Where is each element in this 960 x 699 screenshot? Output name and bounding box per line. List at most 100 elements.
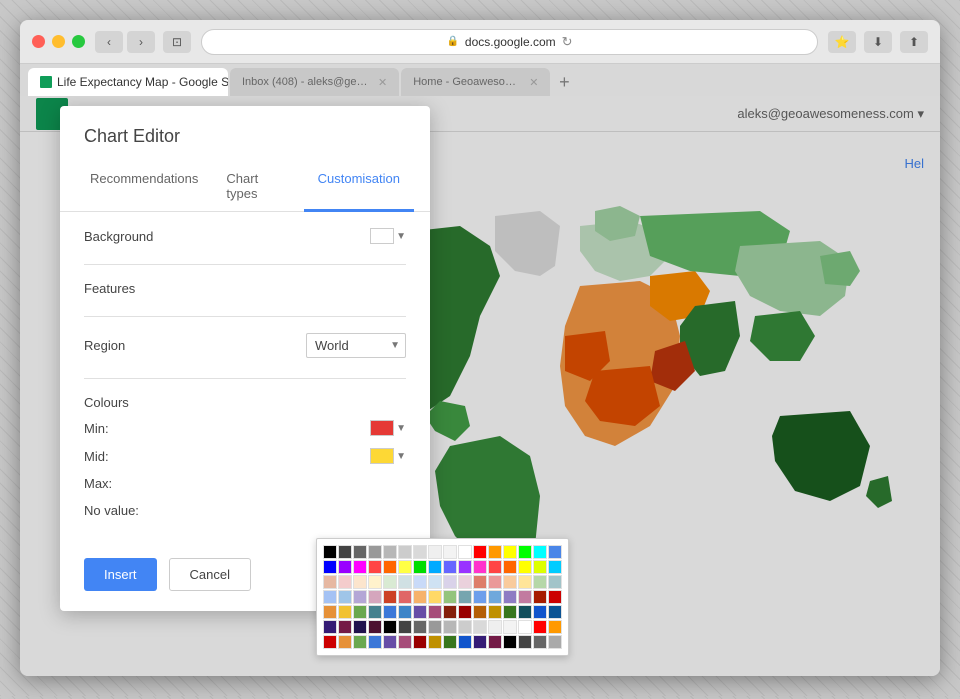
palette-cell[interactable] (518, 545, 532, 559)
palette-cell[interactable] (443, 575, 457, 589)
back-button[interactable]: ‹ (95, 31, 123, 53)
palette-cell[interactable] (428, 560, 442, 574)
palette-cell[interactable] (368, 545, 382, 559)
new-tab-button[interactable]: + (550, 68, 578, 96)
share-button[interactable]: ⬆ (900, 31, 928, 53)
palette-cell[interactable] (533, 635, 547, 649)
palette-cell[interactable] (413, 575, 427, 589)
tab-geo-close[interactable]: ✕ (529, 76, 538, 89)
palette-cell[interactable] (488, 605, 502, 619)
palette-cell[interactable] (473, 560, 487, 574)
palette-cell[interactable] (548, 635, 562, 649)
bookmark-button[interactable]: ⭐ (828, 31, 856, 53)
tab-sheets[interactable]: Life Expectancy Map - Google Sheets ✕ (28, 68, 228, 96)
cancel-button[interactable]: Cancel (169, 558, 251, 591)
palette-cell[interactable] (488, 545, 502, 559)
palette-cell[interactable] (323, 545, 337, 559)
colour-mid-arrow[interactable]: ▼ (396, 451, 406, 462)
palette-cell[interactable] (413, 560, 427, 574)
palette-cell[interactable] (368, 620, 382, 634)
address-bar[interactable]: 🔒 docs.google.com ↻ (201, 29, 818, 55)
palette-cell[interactable] (458, 605, 472, 619)
palette-cell[interactable] (443, 590, 457, 604)
palette-cell[interactable] (338, 545, 352, 559)
palette-cell[interactable] (458, 575, 472, 589)
palette-cell[interactable] (368, 590, 382, 604)
refresh-icon[interactable]: ↻ (562, 34, 573, 50)
palette-cell[interactable] (518, 620, 532, 634)
palette-cell[interactable] (548, 545, 562, 559)
palette-cell[interactable] (548, 575, 562, 589)
palette-cell[interactable] (503, 575, 517, 589)
palette-cell[interactable] (518, 605, 532, 619)
palette-cell[interactable] (338, 590, 352, 604)
palette-cell[interactable] (353, 575, 367, 589)
palette-cell[interactable] (473, 635, 487, 649)
palette-cell[interactable] (518, 575, 532, 589)
palette-cell[interactable] (413, 605, 427, 619)
palette-cell[interactable] (383, 545, 397, 559)
palette-cell[interactable] (323, 590, 337, 604)
palette-cell[interactable] (383, 560, 397, 574)
palette-cell[interactable] (338, 605, 352, 619)
palette-cell[interactable] (458, 635, 472, 649)
palette-cell[interactable] (383, 620, 397, 634)
palette-cell[interactable] (323, 575, 337, 589)
tab-geo[interactable]: Home - Geoawesomeness ✕ (401, 68, 550, 96)
palette-cell[interactable] (518, 635, 532, 649)
palette-cell[interactable] (323, 605, 337, 619)
forward-button[interactable]: › (127, 31, 155, 53)
palette-cell[interactable] (428, 605, 442, 619)
palette-cell[interactable] (398, 620, 412, 634)
palette-cell[interactable] (503, 635, 517, 649)
palette-cell[interactable] (503, 590, 517, 604)
palette-cell[interactable] (473, 575, 487, 589)
palette-cell[interactable] (398, 635, 412, 649)
palette-cell[interactable] (518, 560, 532, 574)
colour-mid-btn[interactable]: ▼ (370, 448, 406, 464)
palette-cell[interactable] (533, 560, 547, 574)
palette-cell[interactable] (398, 590, 412, 604)
palette-cell[interactable] (458, 560, 472, 574)
palette-cell[interactable] (353, 635, 367, 649)
palette-cell[interactable] (398, 575, 412, 589)
palette-cell[interactable] (533, 545, 547, 559)
insert-button[interactable]: Insert (84, 558, 157, 591)
palette-cell[interactable] (533, 605, 547, 619)
palette-cell[interactable] (473, 545, 487, 559)
palette-cell[interactable] (503, 545, 517, 559)
palette-cell[interactable] (398, 560, 412, 574)
palette-cell[interactable] (473, 620, 487, 634)
palette-cell[interactable] (338, 635, 352, 649)
download-button[interactable]: ⬇ (864, 31, 892, 53)
palette-cell[interactable] (338, 620, 352, 634)
palette-cell[interactable] (458, 545, 472, 559)
palette-cell[interactable] (443, 560, 457, 574)
palette-cell[interactable] (368, 635, 382, 649)
palette-cell[interactable] (353, 545, 367, 559)
palette-cell[interactable] (443, 620, 457, 634)
palette-cell[interactable] (488, 635, 502, 649)
palette-cell[interactable] (473, 590, 487, 604)
palette-cell[interactable] (443, 545, 457, 559)
palette-cell[interactable] (428, 545, 442, 559)
palette-cell[interactable] (488, 560, 502, 574)
palette-cell[interactable] (533, 620, 547, 634)
tab-customisation[interactable]: Customisation (304, 163, 414, 212)
palette-cell[interactable] (323, 620, 337, 634)
tab-view-button[interactable]: ⊡ (163, 31, 191, 53)
region-select[interactable]: World (306, 333, 406, 358)
tab-mail-close[interactable]: ✕ (378, 76, 387, 89)
palette-cell[interactable] (413, 620, 427, 634)
palette-cell[interactable] (473, 605, 487, 619)
minimize-button[interactable] (52, 35, 65, 48)
palette-cell[interactable] (413, 590, 427, 604)
palette-cell[interactable] (338, 560, 352, 574)
palette-cell[interactable] (428, 575, 442, 589)
palette-cell[interactable] (413, 545, 427, 559)
palette-cell[interactable] (338, 575, 352, 589)
palette-cell[interactable] (323, 560, 337, 574)
palette-cell[interactable] (353, 605, 367, 619)
palette-cell[interactable] (353, 590, 367, 604)
palette-cell[interactable] (503, 605, 517, 619)
